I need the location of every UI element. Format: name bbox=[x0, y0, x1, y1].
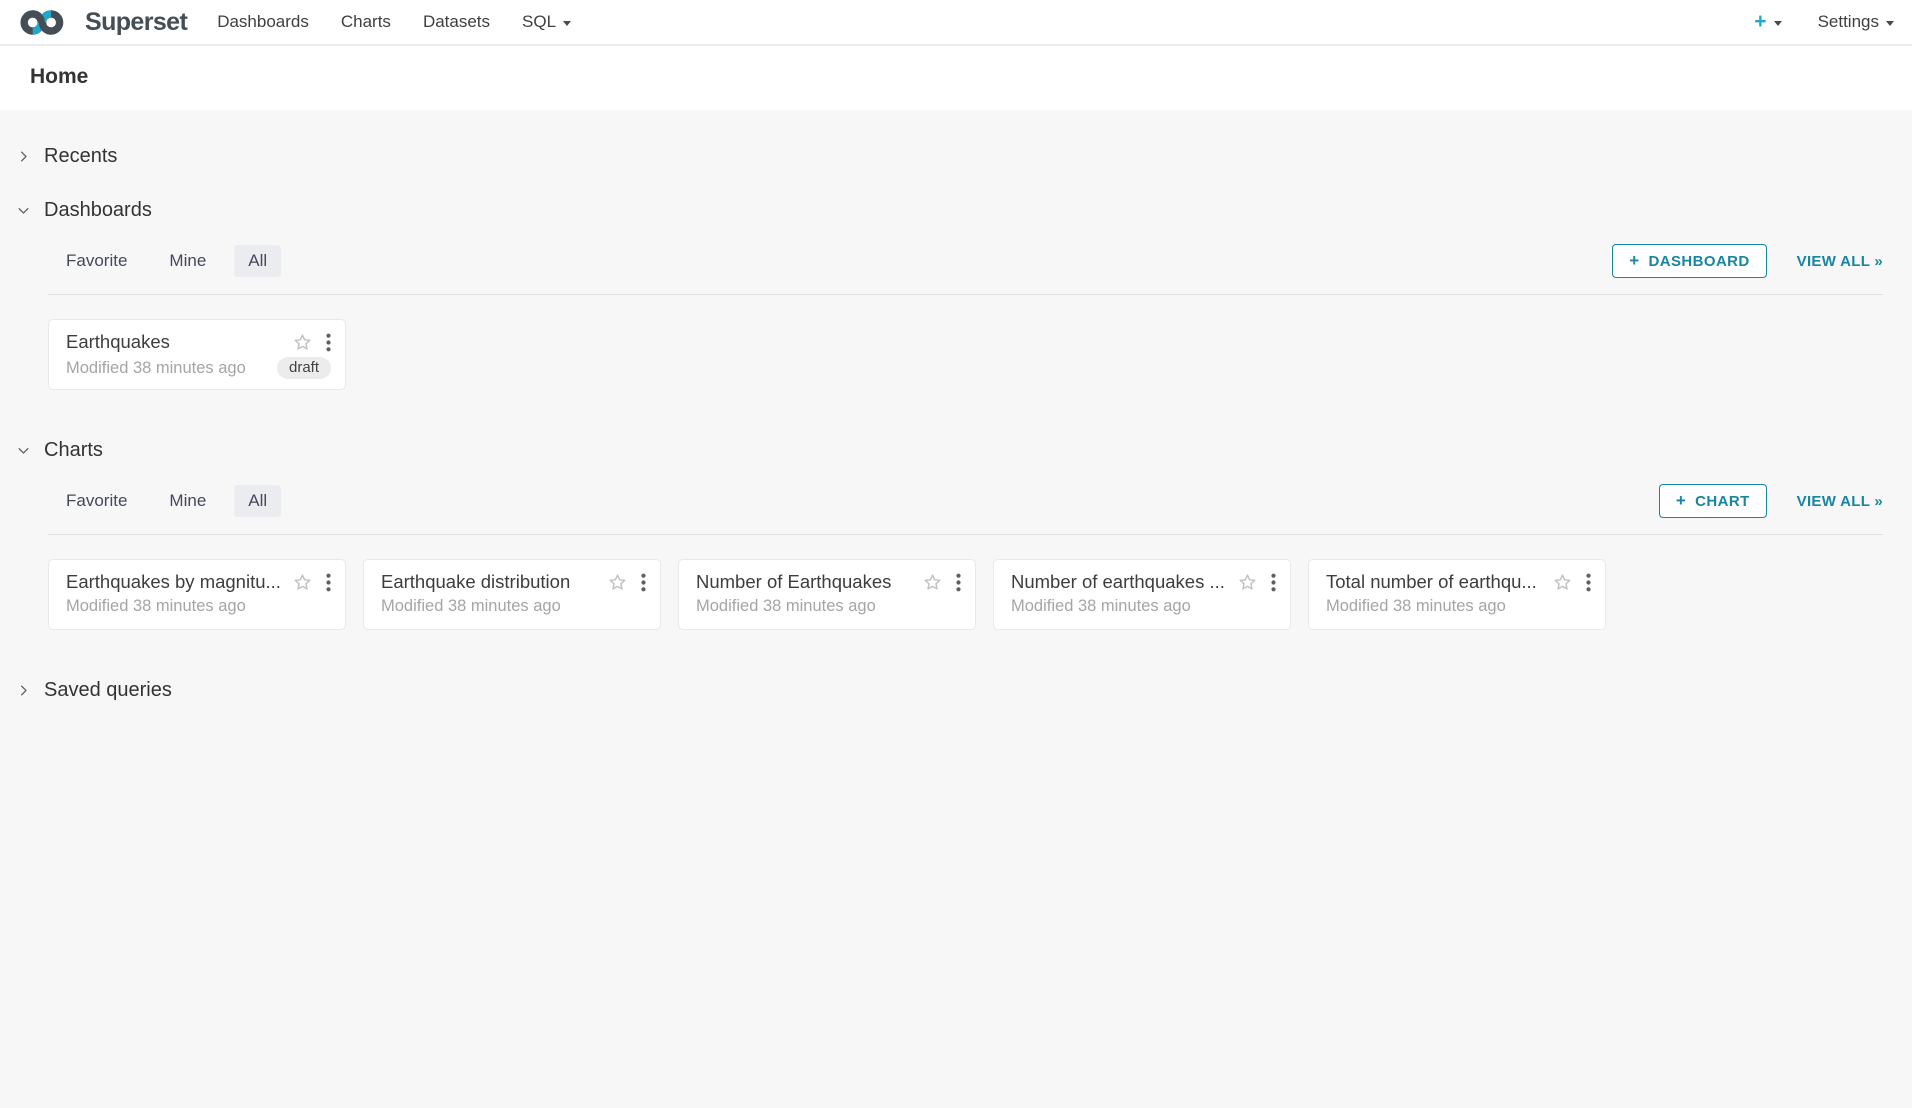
nav-item-datasets[interactable]: Datasets bbox=[423, 12, 490, 32]
kebab-menu-icon[interactable] bbox=[1586, 573, 1591, 592]
charts-collapse-header[interactable]: Charts bbox=[0, 436, 1912, 464]
home-content: Recents Dashboards Favorite Mine All + D… bbox=[0, 110, 1912, 704]
charts-tabs: Favorite Mine All bbox=[48, 485, 295, 517]
modified-timestamp: Modified 38 minutes ago bbox=[66, 597, 246, 616]
tab-favorite[interactable]: Favorite bbox=[52, 245, 141, 277]
section-dashboards: Dashboards Favorite Mine All + DASHBOARD… bbox=[0, 196, 1912, 390]
add-chart-label: CHART bbox=[1695, 493, 1750, 510]
section-title: Recents bbox=[44, 145, 117, 168]
dashboards-view-all-link[interactable]: VIEW ALL » bbox=[1797, 253, 1883, 270]
chart-card[interactable]: Number of earthquakes ... Modified 38 mi… bbox=[993, 559, 1291, 630]
chart-card-title[interactable]: Total number of earthqu... bbox=[1326, 571, 1544, 593]
kebab-menu-icon[interactable] bbox=[956, 573, 961, 592]
star-icon[interactable] bbox=[1552, 572, 1573, 593]
chevron-right-icon bbox=[16, 683, 31, 698]
section-title: Dashboards bbox=[44, 199, 152, 222]
tab-favorite[interactable]: Favorite bbox=[52, 485, 141, 517]
superset-brand[interactable]: Superset bbox=[18, 7, 187, 38]
star-icon[interactable] bbox=[292, 572, 313, 593]
kebab-menu-icon[interactable] bbox=[1271, 573, 1276, 592]
tab-all[interactable]: All bbox=[234, 485, 281, 517]
caret-down-icon bbox=[1886, 21, 1894, 26]
chart-card[interactable]: Earthquake distribution Modified 38 minu… bbox=[363, 559, 661, 630]
chevron-down-icon bbox=[16, 203, 31, 218]
recents-collapse-header[interactable]: Recents bbox=[0, 142, 1912, 170]
dashboards-body: Favorite Mine All + DASHBOARD VIEW ALL »… bbox=[48, 244, 1883, 390]
star-icon[interactable] bbox=[1237, 572, 1258, 593]
tab-mine[interactable]: Mine bbox=[155, 245, 220, 277]
modified-timestamp: Modified 38 minutes ago bbox=[1011, 597, 1191, 616]
caret-down-icon bbox=[563, 21, 571, 26]
superset-logo-icon bbox=[18, 7, 78, 38]
charts-body: Favorite Mine All + CHART VIEW ALL » Ear… bbox=[48, 484, 1883, 630]
modified-timestamp: Modified 38 minutes ago bbox=[696, 597, 876, 616]
kebab-menu-icon[interactable] bbox=[326, 333, 331, 352]
chart-card-title[interactable]: Number of Earthquakes bbox=[696, 571, 914, 593]
chevron-right-icon bbox=[16, 149, 31, 164]
dashboard-card-title[interactable]: Earthquakes bbox=[66, 331, 284, 353]
page-header: Home bbox=[0, 46, 1912, 110]
navbar-right: + Settings bbox=[1754, 10, 1894, 34]
dashboards-tabs: Favorite Mine All bbox=[48, 245, 295, 277]
caret-down-icon bbox=[1774, 21, 1782, 26]
modified-timestamp: Modified 38 minutes ago bbox=[66, 359, 246, 378]
nav-item-dashboards[interactable]: Dashboards bbox=[217, 12, 309, 32]
draft-status-badge: draft bbox=[277, 357, 331, 379]
charts-toolbar: Favorite Mine All + CHART VIEW ALL » bbox=[48, 484, 1883, 535]
dashboards-toolbar: Favorite Mine All + DASHBOARD VIEW ALL » bbox=[48, 244, 1883, 295]
nav-item-label: Charts bbox=[341, 12, 391, 32]
charts-view-all-link[interactable]: VIEW ALL » bbox=[1797, 493, 1883, 510]
star-icon[interactable] bbox=[607, 572, 628, 593]
chart-card[interactable]: Earthquakes by magnitu... Modified 38 mi… bbox=[48, 559, 346, 630]
new-item-menu-button[interactable]: + bbox=[1754, 10, 1781, 34]
add-dashboard-label: DASHBOARD bbox=[1649, 253, 1750, 270]
nav-item-label: SQL bbox=[522, 12, 556, 32]
modified-timestamp: Modified 38 minutes ago bbox=[1326, 597, 1506, 616]
nav-item-charts[interactable]: Charts bbox=[341, 12, 391, 32]
dashboards-cards: Earthquakes Modified 38 minutes ago bbox=[48, 319, 1883, 390]
section-title: Saved queries bbox=[44, 679, 172, 702]
star-icon[interactable] bbox=[922, 572, 943, 593]
chart-card-title[interactable]: Earthquake distribution bbox=[381, 571, 599, 593]
plus-icon: + bbox=[1629, 251, 1639, 271]
plus-icon: + bbox=[1754, 10, 1766, 34]
kebab-menu-icon[interactable] bbox=[641, 573, 646, 592]
brand-name: Superset bbox=[85, 8, 187, 37]
plus-icon: + bbox=[1676, 491, 1686, 511]
dashboards-collapse-header[interactable]: Dashboards bbox=[0, 196, 1912, 224]
settings-menu-button[interactable]: Settings bbox=[1818, 12, 1894, 32]
page-title: Home bbox=[30, 65, 1882, 89]
charts-actions: + CHART VIEW ALL » bbox=[1659, 484, 1883, 518]
chevron-down-icon bbox=[16, 443, 31, 458]
modified-timestamp: Modified 38 minutes ago bbox=[381, 597, 561, 616]
chart-card-title[interactable]: Earthquakes by magnitu... bbox=[66, 571, 284, 593]
chart-card-title[interactable]: Number of earthquakes ... bbox=[1011, 571, 1229, 593]
nav-item-sql[interactable]: SQL bbox=[522, 12, 571, 32]
section-title: Charts bbox=[44, 439, 103, 462]
section-saved-queries: Saved queries bbox=[0, 676, 1912, 704]
dashboards-actions: + DASHBOARD VIEW ALL » bbox=[1612, 244, 1883, 278]
navbar: Superset Dashboards Charts Datasets SQL … bbox=[0, 0, 1912, 46]
add-chart-button[interactable]: + CHART bbox=[1659, 484, 1767, 518]
nav-item-label: Dashboards bbox=[217, 12, 309, 32]
saved-queries-collapse-header[interactable]: Saved queries bbox=[0, 676, 1912, 704]
tab-all[interactable]: All bbox=[234, 245, 281, 277]
kebab-menu-icon[interactable] bbox=[326, 573, 331, 592]
section-recents: Recents bbox=[0, 142, 1912, 170]
settings-label: Settings bbox=[1818, 12, 1879, 32]
chart-card[interactable]: Total number of earthqu... Modified 38 m… bbox=[1308, 559, 1606, 630]
dashboard-card[interactable]: Earthquakes Modified 38 minutes ago bbox=[48, 319, 346, 390]
charts-cards: Earthquakes by magnitu... Modified 38 mi… bbox=[48, 559, 1883, 630]
chart-card[interactable]: Number of Earthquakes Modified 38 minute… bbox=[678, 559, 976, 630]
nav-item-label: Datasets bbox=[423, 12, 490, 32]
star-icon[interactable] bbox=[292, 332, 313, 353]
section-charts: Charts Favorite Mine All + CHART VIEW AL… bbox=[0, 436, 1912, 630]
tab-mine[interactable]: Mine bbox=[155, 485, 220, 517]
add-dashboard-button[interactable]: + DASHBOARD bbox=[1612, 244, 1766, 278]
